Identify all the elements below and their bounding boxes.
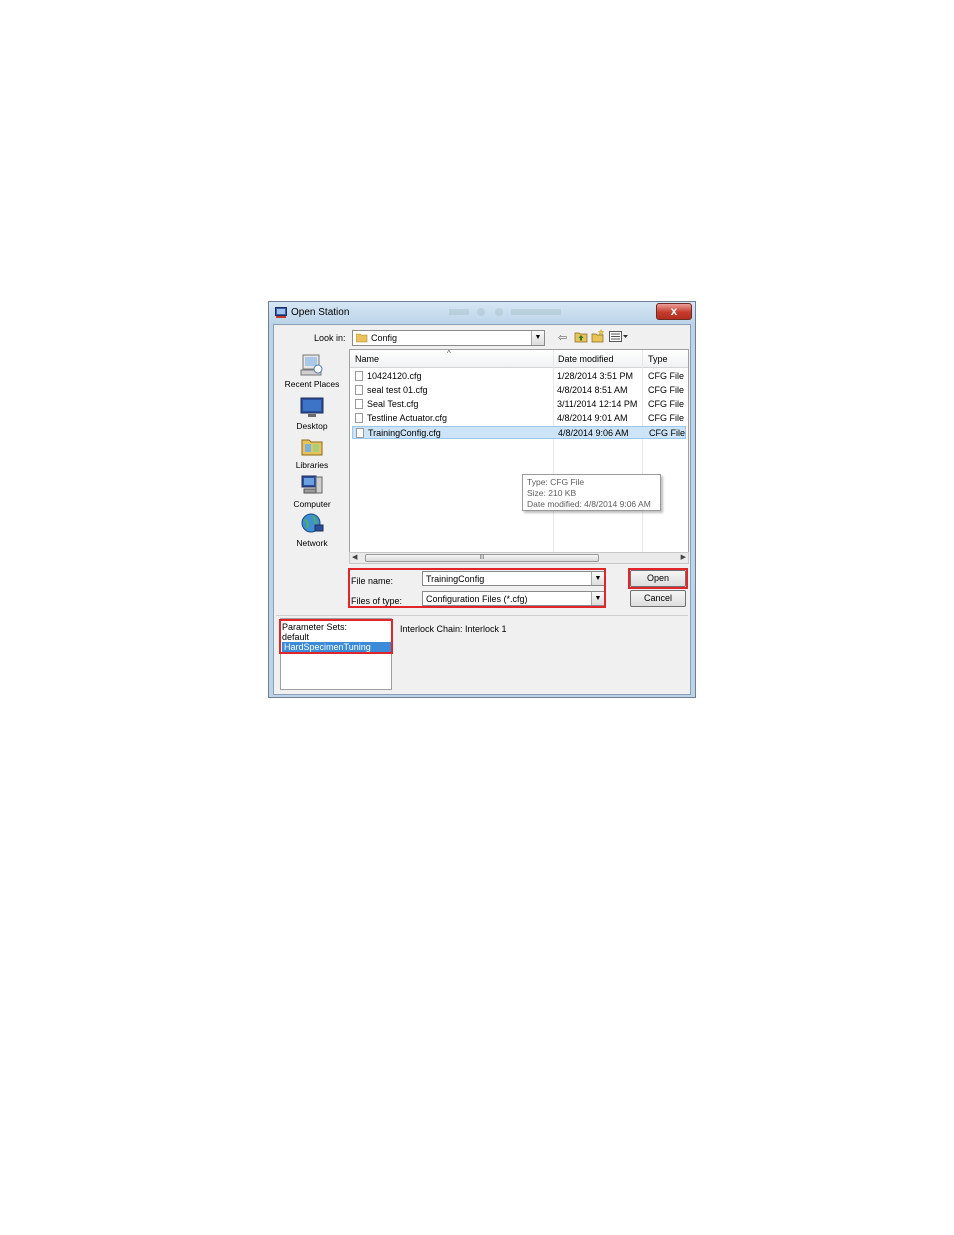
new-folder-icon[interactable] <box>591 329 605 343</box>
column-header-name[interactable]: Name <box>355 354 379 364</box>
title-bar[interactable]: Open Station x <box>269 302 695 324</box>
file-type: CFG File <box>648 413 684 423</box>
look-in-value: Config <box>371 333 398 343</box>
window-title: Open Station <box>291 307 350 318</box>
file-row[interactable]: Seal Test.cfg 3/11/2014 12:14 PM CFG Fil… <box>352 398 686 411</box>
highlight-box-open <box>628 568 688 589</box>
file-icon <box>356 428 364 438</box>
look-in-label: Look in: <box>314 333 346 343</box>
file-icon <box>355 371 363 381</box>
file-type: CFG File <box>648 399 684 409</box>
file-icon <box>355 399 363 409</box>
divider <box>276 615 688 616</box>
close-button[interactable]: x <box>656 303 692 320</box>
recent-places-icon <box>300 354 323 376</box>
file-type: CFG File <box>648 371 684 381</box>
interlock-chain-text: Interlock Chain: Interlock 1 <box>400 624 507 634</box>
tooltip-size: Size: 210 KB <box>527 488 577 498</box>
file-date: 1/28/2014 3:51 PM <box>557 371 634 381</box>
place-network[interactable]: Network <box>280 512 344 548</box>
file-type: CFG File <box>648 385 684 395</box>
look-in-dropdown[interactable]: Config ▼ <box>352 330 545 346</box>
file-name: seal test 01.cfg <box>367 385 428 395</box>
sort-ascending-icon: ^ <box>447 349 451 358</box>
file-name: TrainingConfig.cfg <box>368 428 441 438</box>
place-desktop[interactable]: Desktop <box>280 395 344 431</box>
open-station-dialog: Open Station x Look in: Config ▼ ⇦ Recen… <box>268 301 696 698</box>
scroll-right-icon[interactable]: ▶ <box>681 553 686 561</box>
dialog-client-area: Look in: Config ▼ ⇦ Recent Places Deskto… <box>273 324 691 695</box>
place-label: Network <box>296 538 328 548</box>
cancel-button[interactable]: Cancel <box>630 590 686 607</box>
libraries-icon <box>301 439 323 456</box>
computer-icon <box>301 475 323 494</box>
file-list-header: Name ^ Date modified Type <box>350 350 688 368</box>
place-computer[interactable]: Computer <box>280 473 344 509</box>
file-name: 10424120.cfg <box>367 371 422 381</box>
station-icon <box>275 307 287 318</box>
view-menu-icon[interactable] <box>609 331 629 343</box>
place-label: Recent Places <box>284 379 340 389</box>
file-name: Seal Test.cfg <box>367 399 419 409</box>
scroll-left-icon[interactable]: ◀ <box>352 553 357 561</box>
file-row[interactable]: Testline Actuator.cfg 4/8/2014 9:01 AM C… <box>352 412 686 425</box>
file-name: Testline Actuator.cfg <box>367 413 448 423</box>
up-one-level-icon[interactable] <box>574 330 588 343</box>
place-recent-places[interactable]: Recent Places <box>280 353 344 389</box>
file-row[interactable]: 10424120.cfg 1/28/2014 3:51 PM CFG File <box>352 370 686 383</box>
tooltip-type: Type: CFG File <box>527 477 585 487</box>
file-icon <box>355 413 363 423</box>
highlight-box-parameters <box>279 619 393 654</box>
place-label: Computer <box>293 499 331 509</box>
tooltip-date: Date modified: 4/8/2014 9:06 AM <box>527 499 651 509</box>
back-arrow-icon[interactable]: ⇦ <box>558 331 570 344</box>
place-libraries[interactable]: Libraries <box>280 434 344 470</box>
file-info-tooltip: Type: CFG File Size: 210 KB Date modifie… <box>522 474 661 511</box>
chevron-down-icon[interactable]: ▼ <box>531 331 544 345</box>
file-row[interactable]: seal test 01.cfg 4/8/2014 8:51 AM CFG Fi… <box>352 384 686 397</box>
file-date: 4/8/2014 9:01 AM <box>557 413 628 423</box>
title-ghost-toolbar <box>449 308 561 316</box>
file-date: 4/8/2014 9:06 AM <box>558 428 629 438</box>
network-icon <box>301 513 324 533</box>
file-date: 3/11/2014 12:14 PM <box>557 399 638 409</box>
file-date: 4/8/2014 8:51 AM <box>557 385 628 395</box>
place-label: Libraries <box>295 460 329 470</box>
scrollbar-thumb[interactable]: III <box>365 554 599 562</box>
file-icon <box>355 385 363 395</box>
file-row-selected[interactable]: TrainingConfig.cfg 4/8/2014 9:06 AM CFG … <box>352 426 686 439</box>
file-list[interactable]: Name ^ Date modified Type 10424120.cfg 1… <box>349 349 689 564</box>
column-header-type[interactable]: Type <box>648 354 668 364</box>
file-type: CFG File <box>649 428 685 438</box>
desktop-icon <box>300 397 324 417</box>
highlight-box-filename <box>348 568 606 608</box>
column-header-date[interactable]: Date modified <box>558 354 614 364</box>
folder-icon <box>356 333 368 343</box>
place-label: Desktop <box>296 421 328 431</box>
horizontal-scrollbar[interactable]: ◀ III ▶ <box>349 552 689 564</box>
